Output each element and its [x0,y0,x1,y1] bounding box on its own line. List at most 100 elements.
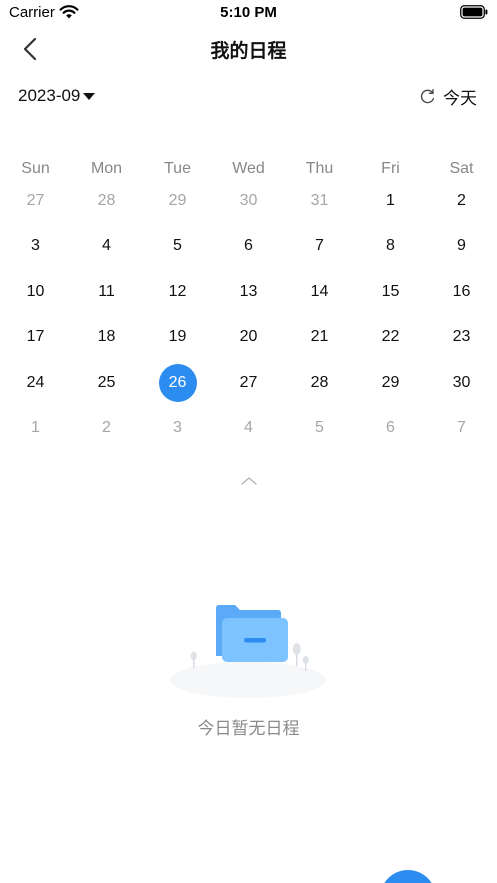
calendar-day[interactable]: 19 [142,315,213,361]
day-number: 7 [315,237,324,255]
day-number: 8 [386,237,395,255]
calendar-day[interactable]: 7 [426,406,497,452]
calendar-day[interactable]: 13 [213,269,284,315]
day-number: 16 [452,282,471,300]
calendar-day[interactable]: 27 [213,360,284,406]
calendar-week-row: 1 2 3 4 5 6 7 [0,406,497,452]
calendar-day[interactable]: 11 [71,269,142,315]
day-number: 10 [26,282,45,300]
day-number: 27 [239,373,258,391]
calendar-day[interactable]: 24 [0,360,71,406]
calendar-day[interactable]: 8 [355,224,426,270]
calendar-day[interactable]: 21 [284,315,355,361]
page-title: 我的日程 [210,41,287,62]
day-number: 28 [97,191,116,209]
day-number: 28 [310,373,329,391]
calendar-day[interactable]: 28 [284,360,355,406]
calendar-day[interactable]: 23 [426,315,497,361]
day-number: 5 [173,237,182,255]
calendar-week-row: 24 25 26 27 28 29 30 [0,360,497,406]
calendar-day[interactable]: 29 [355,360,426,406]
calendar-day[interactable]: 3 [0,224,71,270]
day-number: 3 [173,419,182,437]
calendar-day[interactable]: 5 [142,224,213,270]
calendar-week-row: 17 18 19 20 21 22 23 [0,315,497,361]
calendar-day[interactable]: 2 [71,406,142,452]
day-number: 15 [381,282,400,300]
day-number: 24 [26,373,45,391]
month-picker[interactable]: 2023-09 [18,84,96,108]
calendar-day[interactable]: 14 [284,269,355,315]
calendar-day[interactable]: 27 [0,178,71,224]
calendar-day[interactable]: 22 [355,315,426,361]
calendar-day[interactable]: 4 [213,406,284,452]
calendar-day[interactable]: 16 [426,269,497,315]
calendar-day[interactable]: 30 [426,360,497,406]
calendar-day[interactable]: 20 [213,315,284,361]
nav-bar: 我的日程 [0,26,497,70]
refresh-icon [420,88,435,103]
calendar-day[interactable]: 29 [142,178,213,224]
calendar-day[interactable]: 6 [355,406,426,452]
calendar-day[interactable]: 9 [426,224,497,270]
today-button[interactable]: 今天 [419,84,477,108]
calendar-day[interactable]: 10 [0,269,71,315]
day-number: 27 [26,191,45,209]
calendar-day[interactable]: 1 [0,406,71,452]
day-number: 5 [315,419,324,437]
day-number: 18 [97,328,116,346]
day-number: 25 [97,373,116,391]
calendar-day[interactable]: 6 [213,224,284,270]
day-number: 14 [310,282,329,300]
day-number: 1 [31,419,40,437]
day-number: 20 [239,328,258,346]
folder-icon [170,605,326,698]
day-number: 22 [381,328,400,346]
calendar-grid: Sun Mon Tue Wed Thu Fri Sat 27 28 29 30 31 1 2… [0,154,497,451]
day-number: 30 [239,191,258,209]
day-number: 7 [457,419,466,437]
today-label: 今天 [443,88,477,108]
day-number: 31 [310,191,329,209]
battery-icon [460,5,488,19]
selected-day-number: 26 [158,363,197,402]
day-number: 6 [386,419,395,437]
calendar-day[interactable]: 2 [426,178,497,224]
day-number: 2 [457,191,466,209]
calendar-day[interactable]: 3 [142,406,213,452]
calendar-day[interactable]: 15 [355,269,426,315]
calendar-day[interactable]: 18 [71,315,142,361]
add-schedule-button[interactable] [380,870,436,883]
calendar-weeks: 27 28 29 30 31 1 2 3 4 5 6 7 8 9 10 11 12 13 14 15 16 17 18 19 2… [0,178,497,451]
calendar-day[interactable]: 26 [142,360,213,406]
day-number: 29 [168,191,187,209]
collapse-calendar-button[interactable] [238,474,260,488]
calendar-day[interactable]: 17 [0,315,71,361]
calendar-day[interactable]: 7 [284,224,355,270]
day-number: 4 [244,419,253,437]
day-number: 4 [102,237,111,255]
calendar-week-row: 3 4 5 6 7 8 9 [0,224,497,270]
calendar-day[interactable]: 28 [71,178,142,224]
calendar-day[interactable]: 4 [71,224,142,270]
calendar-day[interactable]: 5 [284,406,355,452]
calendar-day[interactable]: 1 [355,178,426,224]
day-number: 29 [381,373,400,391]
calendar-day[interactable]: 25 [71,360,142,406]
day-number: 19 [168,328,187,346]
calendar-day[interactable]: 31 [284,178,355,224]
day-number: 2 [102,419,111,437]
chevron-up-icon [241,477,257,485]
day-number: 23 [452,328,471,346]
day-number: 1 [386,191,395,209]
calendar-day[interactable]: 12 [142,269,213,315]
month-toolbar: 2023-09 今天 [0,80,497,110]
day-number: 3 [31,237,40,255]
day-number: 21 [310,328,329,346]
calendar-week-row: 10 11 12 13 14 15 16 [0,269,497,315]
caret-down-icon [83,92,96,100]
calendar-day[interactable]: 30 [213,178,284,224]
month-value: 2023-09 [18,86,81,105]
day-number: 6 [244,237,253,255]
clock-time: 5:10 PM [220,4,277,21]
